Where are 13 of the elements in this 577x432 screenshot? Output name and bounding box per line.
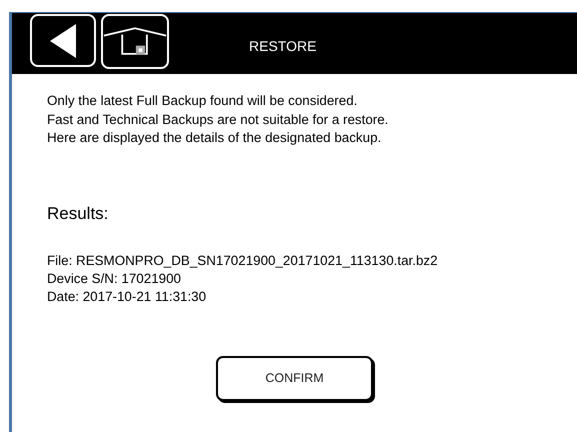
home-button[interactable] — [101, 14, 169, 69]
info-text: Fast and Technical Backups are not suitable for a restore. — [47, 110, 390, 129]
back-button[interactable] — [30, 14, 96, 67]
result-line: File: RESMONPRO_DB_SN17021900_20171021_113130.tar.bz2 — [47, 252, 439, 270]
results-heading: Results: — [47, 204, 110, 224]
result-line: Date: 2017-10-21 11:31:30 — [47, 288, 208, 306]
info-text: Only the latest Full Backup found will be considered. — [47, 92, 358, 110]
confirm-button[interactable]: CONFIRM — [216, 356, 373, 400]
screen-title: RESTORE — [249, 38, 316, 54]
home-icon — [103, 26, 167, 58]
info-text: Here are displayed the details of the designated backup. — [47, 129, 382, 147]
back-icon — [48, 22, 78, 58]
result-line: Device S/N: 17021900 — [47, 270, 182, 288]
